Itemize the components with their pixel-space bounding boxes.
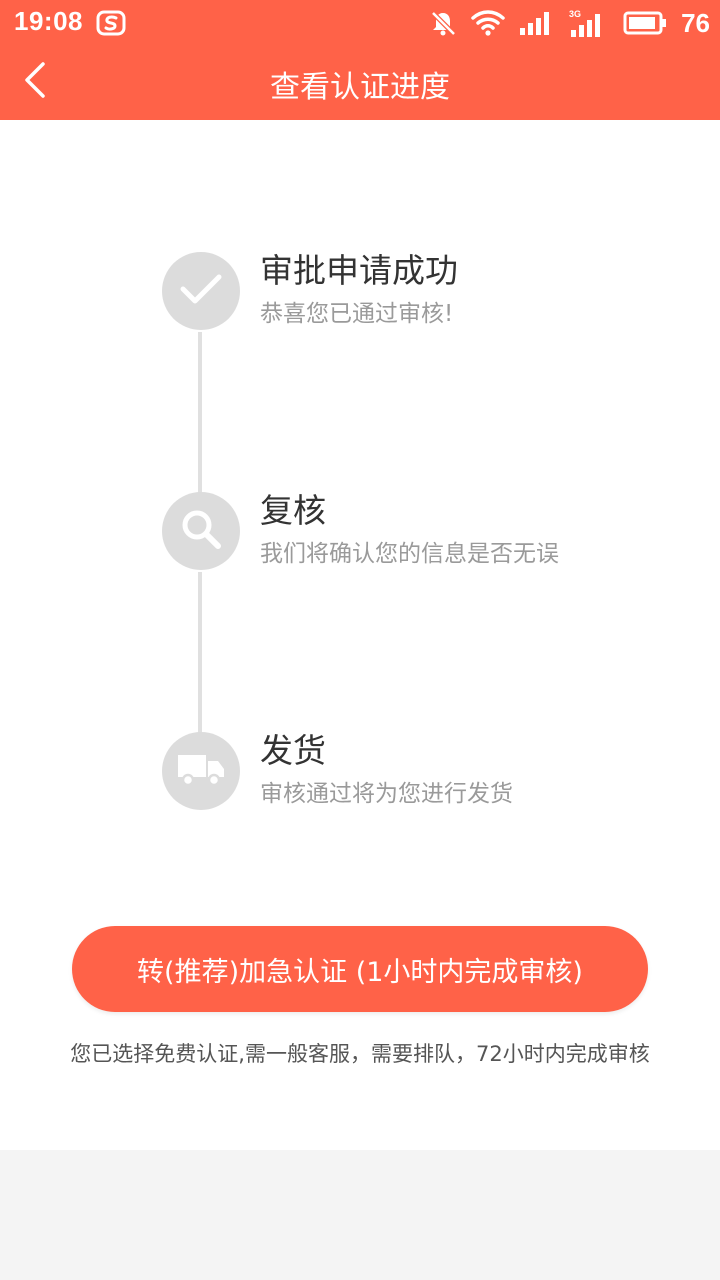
progress-content: 审批申请成功 恭喜您已通过审核! 复核 我们将确认您的信息是否无误 发货 审核通…	[0, 120, 720, 1150]
bell-muted-icon	[429, 9, 457, 37]
battery-icon	[623, 11, 667, 35]
step-circle	[162, 732, 240, 810]
nav-bar: 查看认证进度	[0, 46, 720, 120]
screen: 19:08 3G 76 查看认证进度 审批申请成功 恭喜您已通过审核! 复核 我…	[0, 0, 720, 1280]
truck-icon	[176, 749, 226, 793]
step-approved: 审批申请成功 恭喜您已通过审核!	[162, 251, 682, 332]
signal-icon	[519, 10, 555, 36]
urgent-certification-button[interactable]: 转(推荐)加急认证 (1小时内完成审核)	[72, 926, 648, 1012]
step-desc: 恭喜您已通过审核!	[260, 301, 454, 327]
wifi-icon	[471, 9, 505, 37]
sogou-icon	[96, 10, 126, 36]
step-shipping: 发货 审核通过将为您进行发货	[162, 731, 682, 812]
step-title: 复核	[260, 491, 326, 530]
check-icon	[179, 272, 223, 310]
search-icon	[178, 506, 224, 556]
page-title: 查看认证进度	[270, 70, 450, 105]
svg-text:3G: 3G	[569, 9, 581, 19]
step-circle	[162, 252, 240, 330]
battery-level: 76	[681, 7, 710, 38]
status-icons: 3G 76	[429, 6, 710, 40]
header: 19:08 3G 76 查看认证进度	[0, 0, 720, 120]
step-review: 复核 我们将确认您的信息是否无误	[162, 491, 682, 572]
step-title: 审批申请成功	[260, 251, 458, 290]
step-desc: 审核通过将为您进行发货	[260, 781, 513, 807]
bottom-area	[0, 1150, 720, 1280]
step-desc: 我们将确认您的信息是否无误	[260, 541, 559, 567]
signal-3g-icon: 3G	[569, 8, 609, 38]
timeline-connector	[198, 572, 202, 740]
queue-notice: 您已选择免费认证,需一般客服，需要排队，72小时内完成审核	[70, 1042, 650, 1066]
timeline-connector	[198, 332, 202, 500]
status-time: 19:08	[14, 6, 83, 36]
step-circle	[162, 492, 240, 570]
status-bar: 19:08 3G 76	[0, 0, 720, 46]
step-title: 发货	[260, 731, 326, 770]
